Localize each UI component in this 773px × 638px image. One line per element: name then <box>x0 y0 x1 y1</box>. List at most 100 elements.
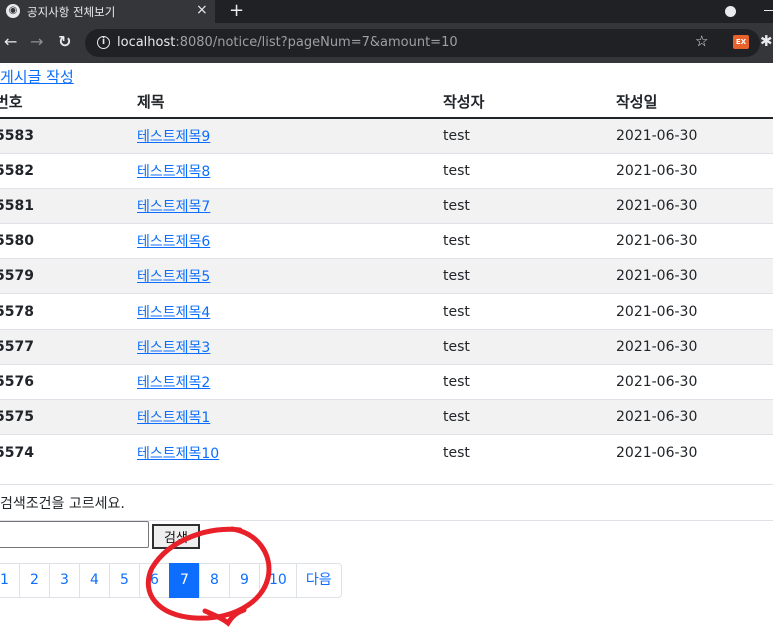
row-title-link[interactable]: 테스트제목1 <box>137 410 210 426</box>
star-icon[interactable]: ☆ <box>695 32 708 50</box>
row-number: 5576 <box>0 363 137 400</box>
column-header-date: 작성일 <box>616 86 773 119</box>
annotation-stroke <box>202 607 247 627</box>
row-title-link[interactable]: 테스트제목6 <box>137 234 210 250</box>
row-date: 2021-06-30 <box>616 434 773 470</box>
next-page-button[interactable]: 다음 <box>295 563 342 598</box>
new-tab-button[interactable]: + <box>229 0 244 22</box>
row-title-link[interactable]: 테스트제목10 <box>137 446 219 462</box>
row-title-cell: 테스트제목7 <box>137 187 443 224</box>
forward-arrow-icon[interactable]: → <box>30 32 43 51</box>
row-writer: test <box>443 293 616 330</box>
row-writer: test <box>443 117 616 154</box>
row-title-link[interactable]: 테스트제목8 <box>137 164 210 180</box>
row-writer: test <box>443 363 616 400</box>
row-title-link[interactable]: 테스트제목4 <box>137 305 210 321</box>
page-link-6[interactable]: 6 <box>139 563 170 598</box>
row-title-cell: 테스트제목3 <box>137 328 443 365</box>
row-number: 5582 <box>0 152 137 189</box>
row-date: 2021-06-30 <box>616 258 773 294</box>
row-title-cell: 테스트제목4 <box>137 293 443 330</box>
row-title-cell: 테스트제목10 <box>137 434 443 470</box>
write-post-link[interactable]: 게시글 작성 <box>0 66 74 87</box>
row-date: 2021-06-30 <box>616 328 773 365</box>
page-link-5[interactable]: 5 <box>109 563 140 598</box>
row-number: 5578 <box>0 293 137 330</box>
browser-tab-bar: ◉ 공지사항 전체보기 × + <box>0 0 773 23</box>
row-writer: test <box>443 223 616 259</box>
page-link-7[interactable]: 7 <box>169 563 200 598</box>
row-date: 2021-06-30 <box>616 293 773 330</box>
url-host: localhost <box>117 35 176 50</box>
puzzle-icon[interactable]: ✱ <box>760 32 773 50</box>
row-number: 5575 <box>0 398 137 435</box>
row-title-cell: 테스트제목9 <box>137 117 443 154</box>
row-title-link[interactable]: 테스트제목9 <box>137 129 210 145</box>
row-date: 2021-06-30 <box>616 187 773 224</box>
row-date: 2021-06-30 <box>616 363 773 400</box>
table-row: 5580테스트제목6 test2021-06-30 <box>0 223 773 259</box>
row-title-cell: 테스트제목2 <box>137 363 443 400</box>
row-number: 5577 <box>0 328 137 365</box>
url-path: :8080/notice/list?pageNum=7&amount=10 <box>175 35 458 50</box>
row-title-cell: 테스트제목1 <box>137 398 443 435</box>
row-number: 5581 <box>0 187 137 224</box>
table-row: 5583테스트제목9 test2021-06-30 <box>0 117 773 154</box>
row-title-link[interactable]: 테스트제목7 <box>137 199 210 215</box>
table-row: 5576테스트제목2 test2021-06-30 <box>0 363 773 400</box>
search-input[interactable] <box>0 521 149 548</box>
reload-icon[interactable]: ↻ <box>58 32 71 51</box>
browser-toolbar: ← → ↻ i localhost:8080/notice/list?pageN… <box>0 23 773 63</box>
table-row: 5578테스트제목4 test2021-06-30 <box>0 293 773 330</box>
row-title-link[interactable]: 테스트제목5 <box>137 269 210 285</box>
globe-icon: ◉ <box>6 4 20 18</box>
page-content: 게시글 작성 번호 제목 작성자 작성일 5583테스트제목9test2021-… <box>0 63 773 638</box>
row-number: 5579 <box>0 258 137 294</box>
page-link-2[interactable]: 2 <box>19 563 50 598</box>
row-number: 5574 <box>0 434 137 470</box>
profile-icon[interactable] <box>725 6 736 17</box>
row-title-cell: 테스트제목6 <box>137 223 443 259</box>
table-row: 5574테스트제목10 test2021-06-30 <box>0 434 773 470</box>
page-link-10[interactable]: 10 <box>259 563 297 598</box>
table-row: 5582테스트제목8 test2021-06-30 <box>0 152 773 189</box>
minimize-icon[interactable] <box>764 10 773 11</box>
page-link-1[interactable]: 1 <box>0 563 20 598</box>
row-title-link[interactable]: 테스트제목3 <box>137 340 210 356</box>
table-row: 5577테스트제목3 test2021-06-30 <box>0 328 773 365</box>
row-date: 2021-06-30 <box>616 117 773 154</box>
browser-tab[interactable]: ◉ 공지사항 전체보기 × <box>0 0 215 23</box>
page-link-9[interactable]: 9 <box>229 563 260 598</box>
table-row: 5581테스트제목7 test2021-06-30 <box>0 187 773 224</box>
page-link-4[interactable]: 4 <box>79 563 110 598</box>
info-icon[interactable]: i <box>97 36 110 49</box>
row-date: 2021-06-30 <box>616 152 773 189</box>
row-date: 2021-06-30 <box>616 223 773 259</box>
url-text[interactable]: localhost:8080/notice/list?pageNum=7&amo… <box>117 35 458 50</box>
row-writer: test <box>443 258 616 294</box>
pagination: 1 2 3 4 5 6 7 8 9 10 다음 <box>0 563 342 598</box>
row-writer: test <box>443 152 616 189</box>
row-writer: test <box>443 328 616 365</box>
table-header: 번호 제목 작성자 작성일 <box>0 86 773 119</box>
page-link-8[interactable]: 8 <box>199 563 230 598</box>
column-header-writer: 작성자 <box>443 86 616 119</box>
close-icon[interactable]: × <box>196 2 208 18</box>
row-date: 2021-06-30 <box>616 398 773 435</box>
divider <box>0 484 773 485</box>
row-title-cell: 테스트제목8 <box>137 152 443 189</box>
address-bar[interactable]: i localhost:8080/notice/list?pageNum=7&a… <box>85 29 773 57</box>
row-title-cell: 테스트제목5 <box>137 258 443 294</box>
row-title-link[interactable]: 테스트제목2 <box>137 375 210 391</box>
extension-icon[interactable]: EX <box>733 35 749 49</box>
row-writer: test <box>443 187 616 224</box>
row-number: 5580 <box>0 223 137 259</box>
search-button[interactable]: 검색 <box>152 524 200 549</box>
table-row: 5579테스트제목5 test2021-06-30 <box>0 258 773 294</box>
back-arrow-icon[interactable]: ← <box>4 32 17 51</box>
notice-table: 번호 제목 작성자 작성일 5583테스트제목9test2021-06-3055… <box>0 86 773 470</box>
column-header-no: 번호 <box>0 86 137 119</box>
page-link-3[interactable]: 3 <box>49 563 80 598</box>
search-condition-hint: 검색조건을 고르세요. <box>0 496 125 512</box>
column-header-title: 제목 <box>137 86 443 119</box>
